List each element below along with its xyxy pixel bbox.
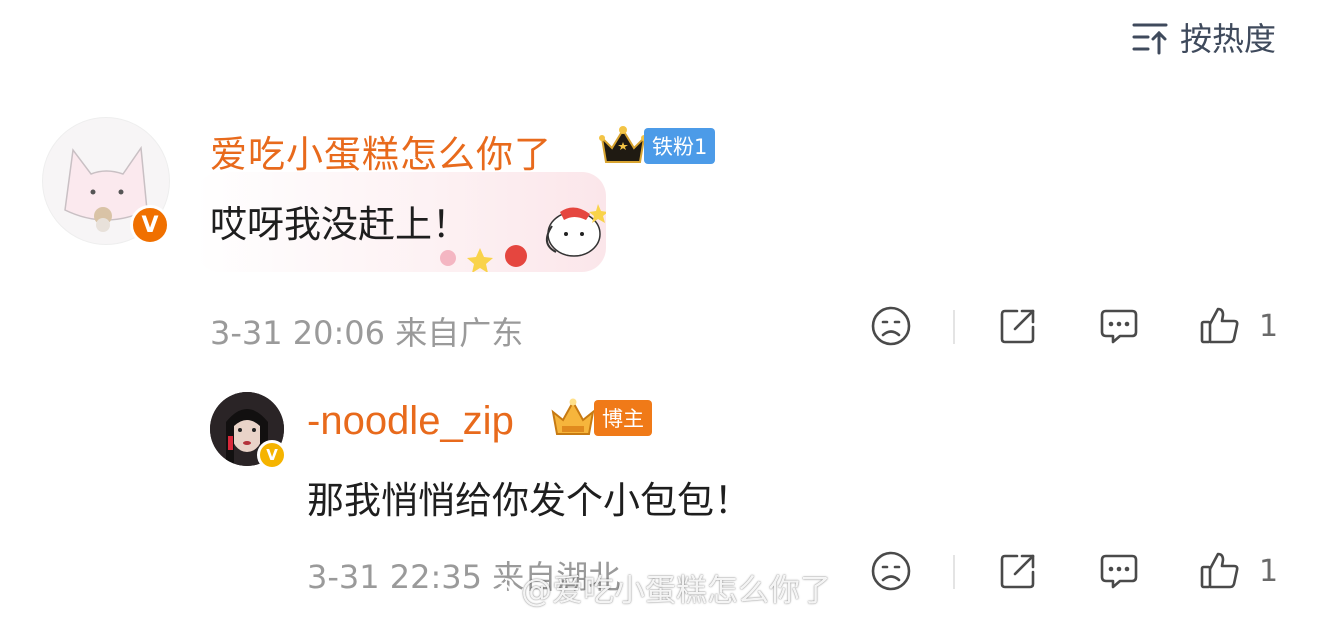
sad-face-icon [871,306,911,346]
fan-badge-label: 铁粉1 [644,128,716,164]
share-icon [1000,554,1035,589]
divider [953,555,955,589]
owner-badge-label: 博主 [594,400,652,436]
like-button[interactable]: 1 [1199,305,1278,347]
crown-icon [551,398,595,435]
sort-icon [1132,23,1168,55]
sort-label: 按热度 [1179,20,1276,58]
like-count: 1 [1259,308,1279,344]
comment-meta: 3-31 20:06 来自广东 [210,314,524,352]
watermark-text: @爱吃小蛋糕怎么你了 [521,573,831,609]
weibo-logo-icon [485,577,514,600]
verified-icon: V [257,440,287,470]
verified-icon: V [130,205,170,245]
comment-icon [1100,309,1138,344]
thumbs-up-icon [1200,552,1239,589]
comment-icon [1100,554,1138,589]
reply-button[interactable] [1098,305,1140,347]
thumbs-up-icon [1200,307,1239,344]
divider [953,310,955,344]
like-count: 1 [1259,553,1279,589]
share-button[interactable] [997,550,1039,592]
share-icon [1000,309,1035,344]
fan-badge[interactable]: 铁粉1 [598,124,716,168]
sad-face-icon [871,551,911,591]
comment-text: 那我悄悄给你发个小包包！ [307,479,751,522]
sort-by-hot-button[interactable]: 按热度 [1130,14,1276,60]
owner-badge[interactable]: 博主 [548,396,652,440]
share-button[interactable] [997,305,1039,347]
comment-text: 哎呀我没赶上！ [210,203,469,246]
watermark: @爱吃小蛋糕怎么你了 [485,565,831,610]
dislike-button[interactable] [870,305,912,347]
reply-button[interactable] [1098,550,1140,592]
comment-username[interactable]: -noodle_zip [307,399,514,444]
like-button[interactable]: 1 [1199,550,1278,592]
dislike-button[interactable] [870,550,912,592]
comment-username[interactable]: 爱吃小蛋糕怎么你了 [210,124,552,178]
crown-icon [599,126,647,163]
